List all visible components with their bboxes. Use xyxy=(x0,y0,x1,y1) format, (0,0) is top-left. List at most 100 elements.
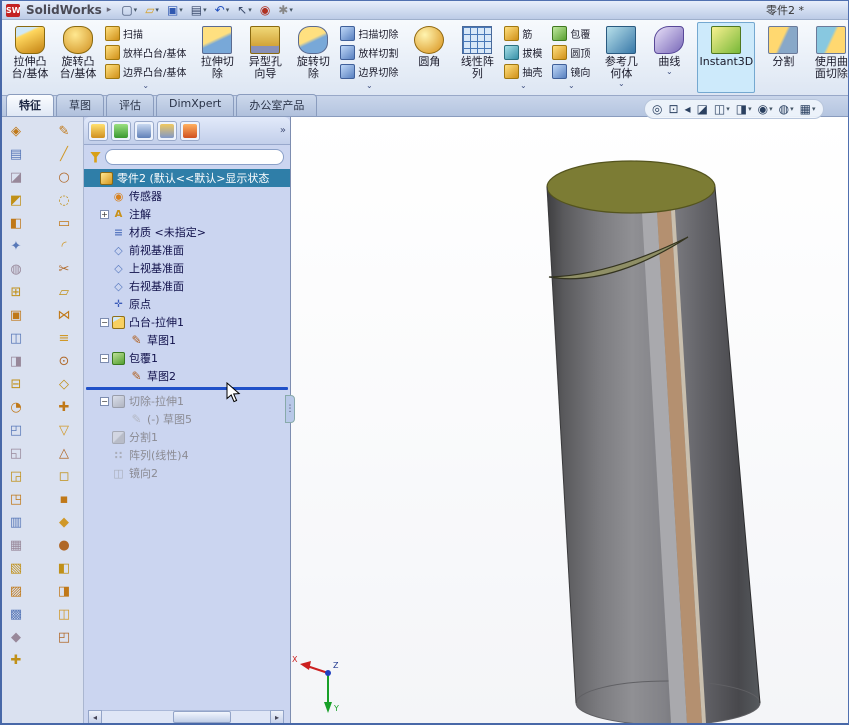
tree-item[interactable]: 镜向2 xyxy=(84,464,290,482)
boundary-boss-button[interactable]: 边界凸台/基体 xyxy=(102,62,189,81)
fillet-button[interactable]: 圆角 xyxy=(405,22,453,93)
tree-item[interactable]: 上视基准面 xyxy=(84,259,290,277)
zoom-to-area-icon[interactable]: ⊡▾ xyxy=(668,102,678,116)
rollback-bar[interactable] xyxy=(86,387,288,390)
cylinder-top-face[interactable] xyxy=(546,160,716,214)
menu-expand-icon[interactable]: ▸ xyxy=(107,5,112,15)
new-document-button[interactable]: ▢ ▾ xyxy=(118,2,140,18)
loft-boss-button[interactable]: 放样凸台/基体 xyxy=(102,43,189,62)
tool-icon[interactable]: ◰ xyxy=(6,420,26,440)
tree-root-item[interactable]: 零件2 (默认<<默认>显示状态 xyxy=(84,169,290,187)
mirror-button[interactable]: 镜向 xyxy=(549,62,593,81)
scrollbar-thumb[interactable] xyxy=(172,711,231,723)
tool-icon[interactable]: ◈ xyxy=(6,121,26,141)
tree-item[interactable]: 前视基准面 xyxy=(84,241,290,259)
tool-icon[interactable]: ≡ xyxy=(54,328,74,348)
rebuild-button[interactable]: ◉▾ xyxy=(257,2,273,18)
tool-icon[interactable]: ◇ xyxy=(54,374,74,394)
tool-icon[interactable]: △ xyxy=(54,443,74,463)
tool-icon[interactable]: ◌ xyxy=(54,190,74,210)
tool-icon[interactable]: ◨ xyxy=(6,351,26,371)
select-button[interactable]: ↖ ▾ xyxy=(234,2,255,18)
tool-icon[interactable]: ◳ xyxy=(6,489,26,509)
revolve-boss-button[interactable]: 旋转凸 台/基体 xyxy=(54,22,102,93)
tool-icon[interactable]: ✚ xyxy=(54,397,74,417)
tool-icon[interactable]: ◫ xyxy=(6,328,26,348)
tree-item[interactable]: − 凸台-拉伸1 xyxy=(84,313,290,331)
tree-item[interactable]: 材质 <未指定> xyxy=(84,223,290,241)
tree-item[interactable]: − 切除-拉伸1 xyxy=(84,392,290,410)
tool-icon[interactable]: ▩ xyxy=(6,604,26,624)
manager-tabs-overflow[interactable]: » xyxy=(280,125,286,136)
tool-icon[interactable]: ▨ xyxy=(6,581,26,601)
tree-item[interactable]: 分割1 xyxy=(84,428,290,446)
tree-item[interactable]: 草图2 xyxy=(84,367,290,385)
expander-icon[interactable]: + xyxy=(100,209,109,219)
flyout-arrow-icon[interactable]: ⌄ xyxy=(549,81,593,90)
extrude-boss-button[interactable]: 拉伸凸 台/基体 xyxy=(6,22,54,93)
tool-icon[interactable]: ✂ xyxy=(54,259,74,279)
tree-item[interactable]: (-) 草图5 xyxy=(84,410,290,428)
propertymanager-tab[interactable] xyxy=(111,120,131,141)
sweep-button[interactable]: 扫描 xyxy=(102,24,189,43)
tool-icon[interactable]: ◍ xyxy=(6,259,26,279)
tool-icon[interactable]: ● xyxy=(54,535,74,555)
tree-item[interactable]: 右视基准面 xyxy=(84,277,290,295)
loft-cut-button[interactable]: 放样切割 xyxy=(337,43,401,62)
wrap-button[interactable]: 包覆 xyxy=(549,24,593,43)
tool-icon[interactable]: ◲ xyxy=(6,466,26,486)
boundary-cut-button[interactable]: 边界切除 xyxy=(337,62,401,81)
instant3d-button[interactable]: Instant3D xyxy=(697,22,756,93)
reference-geometry-button[interactable]: 参考几 何体 ⌄ xyxy=(597,22,645,93)
tool-icon[interactable]: ▱ xyxy=(54,282,74,302)
tool-icon[interactable]: ◪ xyxy=(6,167,26,187)
tool-icon[interactable]: ⊟ xyxy=(6,374,26,394)
tool-icon[interactable]: ◔ xyxy=(6,397,26,417)
curves-button[interactable]: 曲线 ⌄ xyxy=(645,22,693,93)
tool-icon[interactable]: ◫ xyxy=(54,604,74,624)
tool-icon[interactable]: ◩ xyxy=(6,190,26,210)
scroll-right-button[interactable]: ▸ xyxy=(270,710,284,723)
open-button[interactable]: ▱ ▾ xyxy=(142,2,162,18)
tool-icon[interactable]: ◆ xyxy=(54,512,74,532)
expander-icon[interactable]: − xyxy=(100,353,109,363)
commandmanager-tab[interactable]: 办公室产品 xyxy=(236,94,318,116)
options-button[interactable]: ✱ ▾ xyxy=(275,2,296,18)
sweep-cut-button[interactable]: 扫描切除 xyxy=(337,24,401,43)
dimxpertmanager-tab[interactable] xyxy=(157,120,177,141)
expander-icon[interactable]: − xyxy=(100,396,109,406)
tool-icon[interactable]: ✦ xyxy=(6,236,26,256)
tree-item[interactable]: 阵列(线性)4 xyxy=(84,446,290,464)
tool-icon[interactable]: ▪ xyxy=(54,489,74,509)
tool-icon[interactable]: ◆ xyxy=(6,627,26,647)
tool-icon[interactable]: ▽ xyxy=(54,420,74,440)
save-button[interactable]: ▣ ▾ xyxy=(164,2,186,18)
tree-item[interactable]: 传感器 xyxy=(84,187,290,205)
extrude-cut-button[interactable]: 拉伸切 除 xyxy=(193,22,241,93)
display-style-icon[interactable]: ◨ ▾ xyxy=(736,102,752,116)
section-view-icon[interactable]: ◪▾ xyxy=(697,102,708,116)
tool-icon[interactable]: ◧ xyxy=(6,213,26,233)
panel-splitter-handle[interactable]: ⋮ xyxy=(285,395,295,423)
configurationmanager-tab[interactable] xyxy=(134,120,154,141)
flyout-arrow-icon[interactable]: ⌄ xyxy=(102,81,189,90)
dome-button[interactable]: 圆顶 xyxy=(549,43,593,62)
revolve-cut-button[interactable]: 旋转切 除 xyxy=(289,22,337,93)
tool-icon[interactable]: ▧ xyxy=(6,558,26,578)
scrollbar-track[interactable] xyxy=(102,710,270,723)
tool-icon[interactable]: ▥ xyxy=(6,512,26,532)
tool-icon[interactable]: ◨ xyxy=(54,581,74,601)
tree-item[interactable]: 草图1 xyxy=(84,331,290,349)
tool-icon[interactable]: ⋈ xyxy=(54,305,74,325)
expander-icon[interactable]: − xyxy=(100,317,109,327)
undo-button[interactable]: ↶ ▾ xyxy=(212,2,233,18)
tool-icon[interactable]: ▣ xyxy=(6,305,26,325)
tool-icon[interactable]: ⊞ xyxy=(6,282,26,302)
commandmanager-tab[interactable]: 草图 xyxy=(56,94,104,116)
tool-icon[interactable]: ▦ xyxy=(6,535,26,555)
commandmanager-tab[interactable]: DimXpert xyxy=(156,94,235,116)
rib-button[interactable]: 筋 xyxy=(501,24,545,43)
linear-pattern-button[interactable]: 线性阵 列 xyxy=(453,22,501,93)
view-orientation-icon[interactable]: ◫ ▾ xyxy=(714,102,730,116)
tool-icon[interactable]: ▭ xyxy=(54,213,74,233)
